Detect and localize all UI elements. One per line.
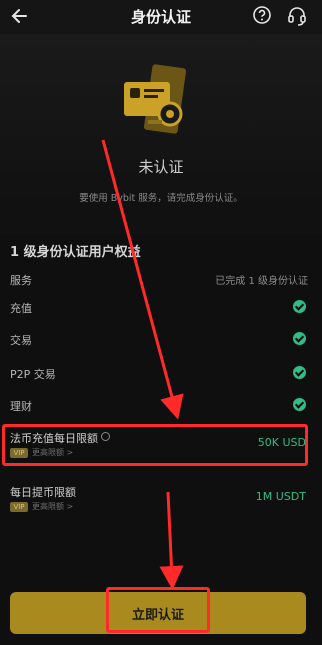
withdraw-limit-row[interactable]: 每日提币限额 VIP 更高限额 > 1M USDT	[10, 480, 306, 524]
limit-label: 每日提币限额	[10, 486, 76, 499]
check-circle-icon	[293, 398, 306, 411]
benefit-label: 交易	[10, 334, 32, 347]
page-title: 身份认证	[130, 8, 191, 26]
check-circle-icon	[293, 332, 306, 345]
verification-description: 要使用 Bybit 服务，请完成身份认证。	[79, 193, 243, 204]
benefit-label: 充值	[10, 302, 32, 315]
benefit-label: 理财	[10, 400, 32, 413]
service-status-text: 已完成 1 级身份认证	[215, 276, 308, 287]
check-circle-icon	[293, 366, 306, 379]
benefit-item-earn: 理财	[10, 396, 312, 418]
verification-status: 未认证	[138, 158, 184, 176]
top-bar: 身份认证	[0, 0, 322, 34]
vip-badge: VIP	[10, 502, 28, 512]
cta-highlight-annotation	[106, 587, 210, 633]
service-header-row: 服务 已完成 1 级身份认证	[10, 270, 312, 292]
id-card-icon	[118, 64, 198, 148]
benefit-item-deposit: 充值	[10, 298, 312, 320]
service-header-label: 服务	[10, 274, 32, 287]
benefit-item-trade: 交易	[10, 330, 312, 352]
benefit-item-p2p: P2P 交易	[10, 364, 312, 386]
benefit-label: P2P 交易	[10, 368, 56, 381]
limit-highlight-annotation	[2, 424, 308, 466]
headset-icon[interactable]	[286, 5, 308, 27]
limit-value: 1M USDT	[255, 490, 306, 503]
question-circle-icon[interactable]	[252, 5, 272, 25]
higher-limit-link[interactable]: 更高限额 >	[32, 501, 73, 512]
check-circle-icon	[293, 300, 306, 313]
verification-hero: 未认证 要使用 Bybit 服务，请完成身份认证。	[0, 34, 322, 234]
benefits-title: 1 级身份认证用户权益	[10, 245, 141, 260]
